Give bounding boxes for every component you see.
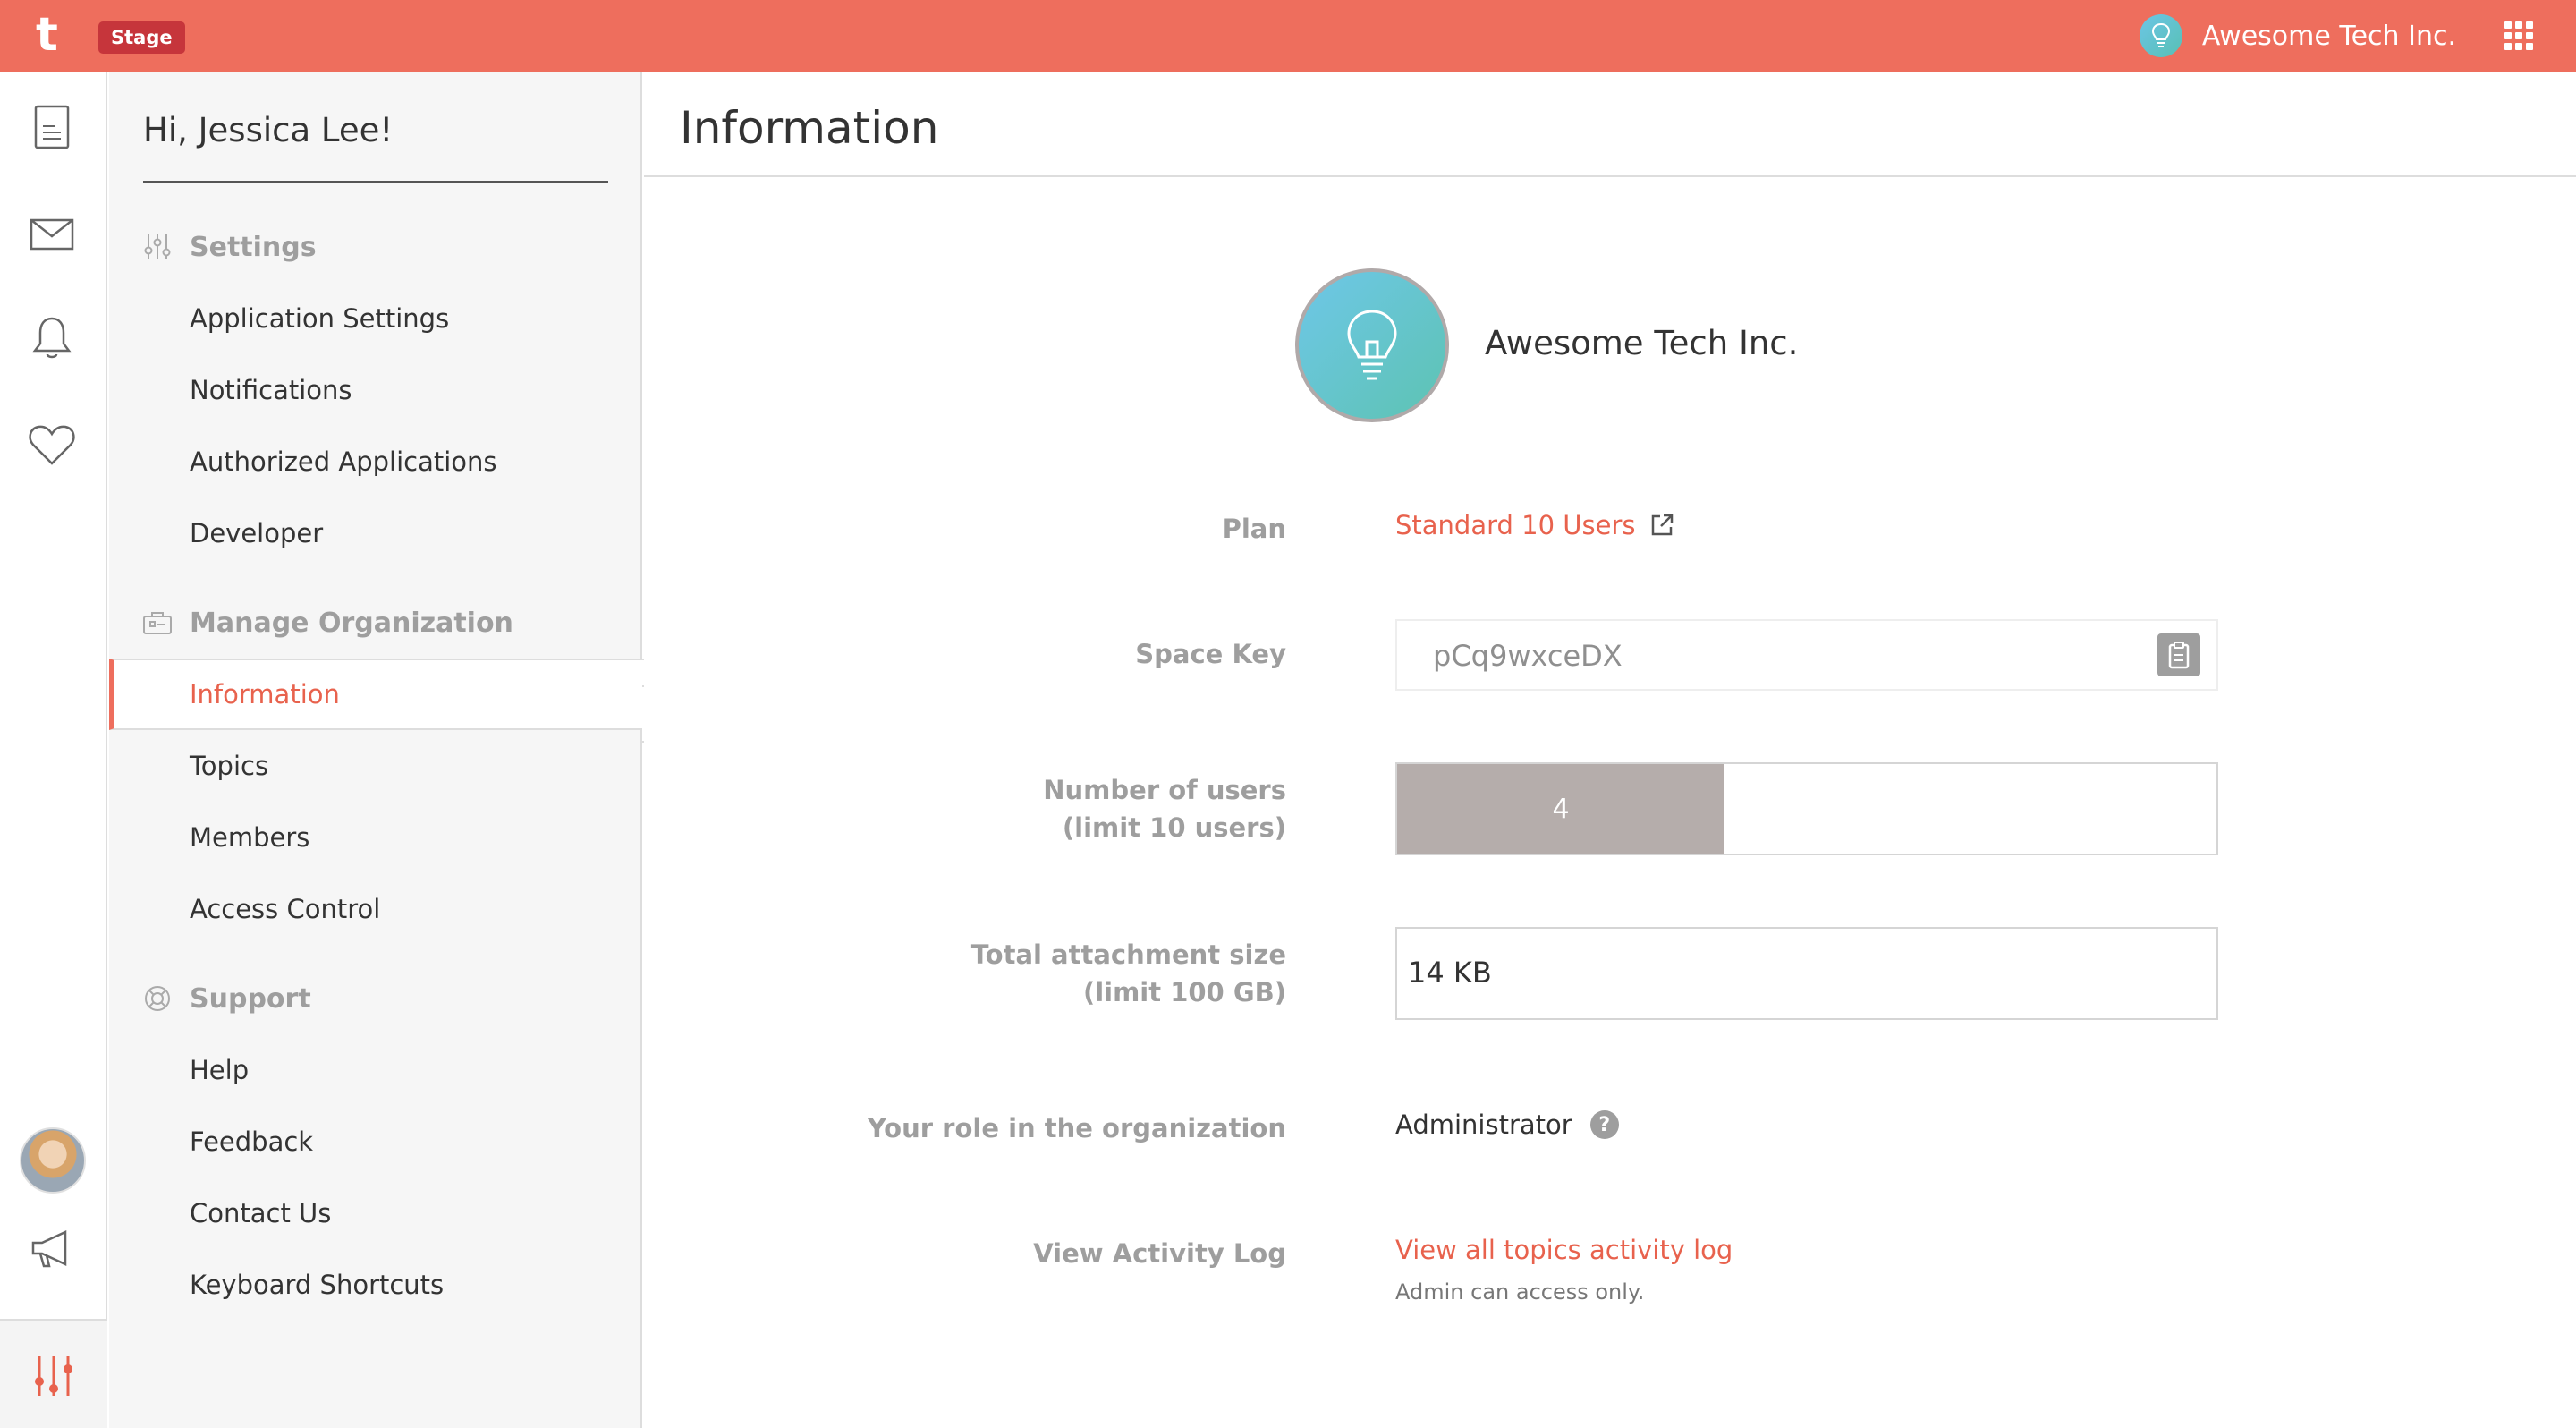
page-title: Information	[680, 102, 939, 154]
bell-icon[interactable]	[25, 311, 79, 365]
main-content: Information Awesome Tech Inc. Plan Stand…	[644, 72, 2576, 1428]
copy-button[interactable]	[2157, 633, 2200, 676]
sidebar-item-application-settings[interactable]: Application Settings	[109, 283, 642, 354]
attachment-label: Total attachment size (limit 100 GB)	[971, 936, 1286, 1011]
organization-name: Awesome Tech Inc.	[2201, 20, 2456, 52]
section-title: Support	[190, 982, 311, 1015]
greeting: Hi, Jessica Lee!	[143, 111, 394, 149]
external-link-icon[interactable]	[1649, 513, 1674, 538]
section-settings: Settings	[141, 229, 317, 265]
document-icon[interactable]	[25, 100, 79, 154]
activity-note: Admin can access only.	[1395, 1279, 1645, 1305]
divider	[143, 181, 608, 183]
sidebar-item-information[interactable]: Information	[109, 659, 644, 730]
help-icon[interactable]: ?	[1589, 1110, 1619, 1139]
space-key-label: Space Key	[1135, 639, 1286, 669]
organization-logo[interactable]	[1295, 268, 1449, 422]
attachment-size-value: 14 KB	[1408, 956, 1492, 990]
app-logo[interactable]: t	[36, 12, 68, 58]
organization-switcher[interactable]: Awesome Tech Inc.	[2139, 14, 2456, 57]
sidebar-item-notifications[interactable]: Notifications	[109, 354, 642, 426]
top-bar: t Stage Awesome Tech Inc.	[0, 0, 2576, 72]
sidebar-item-contact-us[interactable]: Contact Us	[109, 1177, 642, 1249]
attachment-label-line2: (limit 100 GB)	[1082, 977, 1286, 1007]
organization-avatar	[2139, 14, 2182, 57]
lifebuoy-icon	[141, 982, 174, 1015]
plan-value[interactable]: Standard 10 Users	[1395, 510, 1635, 540]
sidebar-item-keyboard-shortcuts[interactable]: Keyboard Shortcuts	[109, 1249, 642, 1321]
role-field: Administrator ?	[1395, 1109, 1619, 1140]
organization-name: Awesome Tech Inc.	[1485, 324, 1799, 362]
settings-rail-button[interactable]	[0, 1319, 107, 1428]
space-key-field[interactable]: pCq9wxceDX	[1395, 619, 2218, 691]
space-key-value[interactable]: pCq9wxceDX	[1433, 639, 1623, 673]
icon-rail	[0, 72, 107, 1428]
sidebar-item-members[interactable]: Members	[109, 802, 642, 873]
organization-icon	[141, 607, 174, 639]
environment-badge: Stage	[98, 21, 185, 54]
apps-grid-icon[interactable]	[2504, 21, 2533, 50]
users-label-line1: Number of users	[1043, 775, 1286, 805]
users-label: Number of users (limit 10 users)	[1043, 771, 1286, 846]
attachment-usage-bar: 14 KB	[1395, 927, 2218, 1020]
role-value: Administrator	[1395, 1109, 1572, 1140]
plan-link[interactable]: Standard 10 Users	[1395, 510, 1674, 540]
activity-label: View Activity Log	[1033, 1238, 1286, 1269]
attachment-label-line1: Total attachment size	[970, 939, 1286, 970]
users-usage-fill: 4	[1397, 764, 1724, 854]
lightbulb-icon	[1347, 310, 1397, 380]
clipboard-icon	[2168, 642, 2190, 669]
activity-log-link[interactable]: View all topics activity log	[1395, 1235, 1733, 1265]
users-label-line2: (limit 10 users)	[1062, 812, 1286, 843]
role-label: Your role in the organization	[867, 1113, 1286, 1143]
heart-icon[interactable]	[25, 419, 79, 472]
section-title: Manage Organization	[190, 607, 513, 639]
settings-sliders-icon	[35, 1356, 72, 1396]
sidebar-item-topics[interactable]: Topics	[109, 730, 642, 802]
sidebar-item-developer[interactable]: Developer	[109, 497, 642, 569]
sidebar-item-help[interactable]: Help	[109, 1034, 642, 1106]
users-usage-bar: 4	[1395, 762, 2218, 855]
settings-sidebar: Hi, Jessica Lee! Settings Application Se…	[109, 72, 644, 1428]
section-title: Settings	[190, 231, 317, 263]
user-avatar[interactable]	[20, 1127, 86, 1194]
sliders-icon	[141, 231, 174, 263]
divider	[644, 175, 2576, 177]
section-manage-organization: Manage Organization	[141, 605, 513, 641]
lightbulb-icon	[2151, 22, 2170, 47]
sidebar-item-access-control[interactable]: Access Control	[109, 873, 642, 945]
sidebar-item-authorized-applications[interactable]: Authorized Applications	[109, 426, 642, 497]
plan-label: Plan	[1222, 514, 1286, 544]
mail-icon[interactable]	[25, 208, 79, 261]
megaphone-icon[interactable]	[25, 1222, 79, 1276]
section-support: Support	[141, 981, 311, 1016]
sidebar-item-feedback[interactable]: Feedback	[109, 1106, 642, 1177]
